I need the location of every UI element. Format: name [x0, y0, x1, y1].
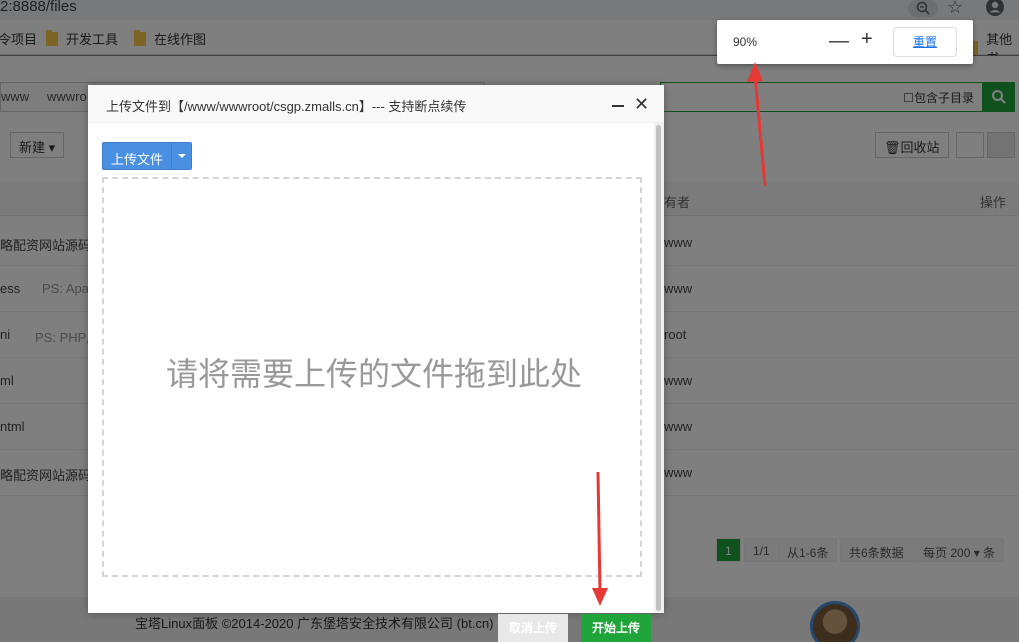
cancel-upload-button[interactable]: 取消上传 — [498, 614, 568, 642]
zoom-in-button[interactable]: + — [861, 28, 873, 51]
dialog-scrollbar[interactable] — [654, 123, 664, 613]
start-upload-button[interactable]: 开始上传 — [581, 614, 651, 642]
zoom-out-button[interactable]: — — [829, 30, 849, 53]
zoom-reset-button[interactable]: 重置 — [893, 27, 957, 57]
file-drop-zone[interactable]: 请将需要上传的文件拖到此处 — [102, 177, 642, 577]
scrollbar-thumb[interactable] — [656, 125, 661, 611]
dialog-title: 上传文件到【/www/wwwroot/csgp.zmalls.cn】--- 支持… — [106, 99, 467, 114]
drop-hint: 请将需要上传的文件拖到此处 — [165, 356, 582, 392]
upload-file-button[interactable]: 上传文件 — [102, 142, 192, 170]
zoom-popup: 90% — + 重置 — [717, 20, 973, 64]
close-icon[interactable]: ✕ — [634, 95, 649, 113]
dialog-header: 上传文件到【/www/wwwroot/csgp.zmalls.cn】--- 支持… — [88, 85, 664, 123]
upload-dialog: 上传文件到【/www/wwwroot/csgp.zmalls.cn】--- 支持… — [88, 85, 664, 613]
zoom-level: 90% — [733, 35, 758, 49]
minimize-icon[interactable] — [612, 105, 624, 107]
upload-dropdown-caret[interactable] — [171, 143, 192, 169]
